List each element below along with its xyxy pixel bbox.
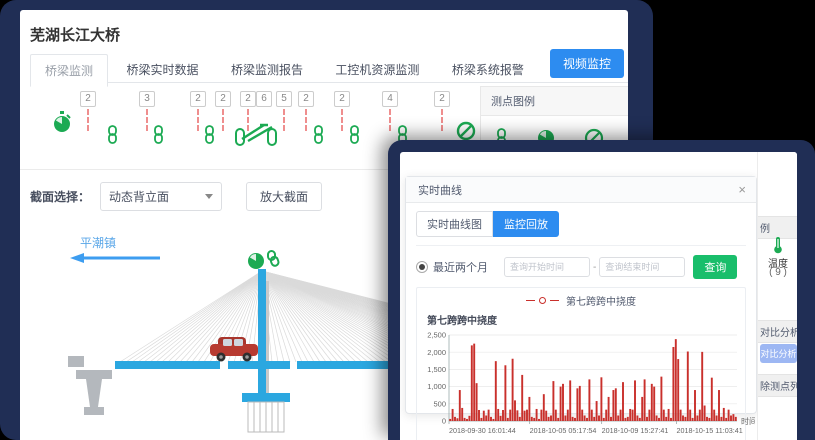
bridge-deck [115,361,220,369]
popup-window: 实时曲线 × 实时曲线图监控回放 最近两个月 - 查询 [388,140,815,440]
section-select-value: 动态背立面 [109,188,169,205]
chart-legend[interactable]: 第七跨跨中挠度 [419,293,743,308]
direction-arrow-icon [70,253,160,263]
svg-text:1,000: 1,000 [427,382,446,391]
chart-panel: 第七跨跨中挠度 第七跨跨中挠度 0 500 1,000 1,500 2,000 2,500… [416,287,746,440]
video-monitor-button[interactable]: 视频监控 [550,49,624,78]
query-end-time-input[interactable] [599,257,685,277]
sensor-count-badge: 5 [276,91,292,107]
sensor-count-badge: 2 [240,91,256,107]
sensor-marker-line [389,109,391,131]
svg-text:500: 500 [433,399,446,408]
popup-sidebar: 例 温度 ( 9 ) 对比分析 对比分析 除测点列表 [757,152,797,440]
tab-monitor-playback[interactable]: 监控回放 [493,211,559,237]
legend-line-icon [526,300,535,301]
ban-icon [456,121,476,141]
deflection-chart: 0 500 1,000 1,500 2,000 2,500 2018-09-30 16:01… [419,327,755,440]
legend-ring-icon [539,297,546,304]
sensor-marker-line [197,109,199,131]
sensor-count-badge: 6 [256,91,272,107]
svg-text:2018-10-05 05:17:54: 2018-10-05 05:17:54 [530,426,597,435]
tab-system-alarm[interactable]: 桥梁系统报警 [438,54,538,85]
sensor-count-badge: 2 [80,91,96,107]
chevron-down-icon [205,194,213,199]
popup-page: 实时曲线 × 实时曲线图监控回放 最近两个月 - 查询 [400,152,797,440]
page-title: 芜湖长江大桥 [20,10,628,53]
svg-text:2,000: 2,000 [427,348,446,357]
tab-realtime-data[interactable]: 桥梁实时数据 [112,54,212,85]
legend-label: 第七跨跨中挠度 [566,293,636,308]
svg-text:0: 0 [442,417,446,426]
sensor-marker-line [87,109,89,131]
close-icon[interactable]: × [738,183,746,196]
query-row: 最近两个月 - 查询 [416,255,746,279]
svg-text:1,500: 1,500 [427,365,446,374]
sensor-count-badge: 2 [298,91,314,107]
temperature-count: ( 9 ) [758,267,797,278]
section-select-label: 截面选择： [30,188,90,205]
range-separator: - [593,262,596,273]
last-two-months-label: 最近两个月 [433,259,488,275]
piles [248,402,284,432]
tower-mast [266,281,269,399]
sensor-count-badge: 4 [382,91,398,107]
sensor-count-badge: 2 [434,91,450,107]
sensor-marker-line [441,109,443,131]
town-label: 平潮镇 [80,235,116,250]
chain-link-icon [203,125,216,145]
svg-text:2018-09-30 16:01:44: 2018-09-30 16:01:44 [449,426,516,435]
last-two-months-radio[interactable] [416,261,428,273]
dialog-header: 实时曲线 × [406,177,756,203]
sensor-marker-line [146,109,148,131]
query-button[interactable]: 查询 [693,255,737,279]
sensor-count-badge: 2 [215,91,231,107]
sensor-count-badge: 2 [334,91,350,107]
legend-line-icon [550,300,559,301]
point-legend-title: 测点图例 [481,87,628,116]
sensor-marker-line [222,109,224,131]
chain-link-icon [106,125,119,145]
sensor-count-badge: 2 [190,91,206,107]
chain-link-icon [348,125,361,145]
svg-text:时间: 时间 [741,416,755,426]
tower-lower [258,369,266,393]
chain-link-icon [312,125,325,145]
tab-ipc-resource[interactable]: 工控机资源监测 [321,54,433,85]
sidebar-compare-header: 对比分析 [758,320,797,343]
section-select-dropdown[interactable]: 动态背立面 [100,182,222,211]
tab-monitor-report[interactable]: 桥梁监测报告 [217,54,317,85]
chart-title: 第七跨跨中挠度 [427,312,743,327]
tower-clock-icon [248,253,264,269]
compare-analysis-button[interactable]: 对比分析 [760,344,797,363]
realtime-curve-dialog: 实时曲线 × 实时曲线图监控回放 最近两个月 - 查询 [405,176,757,414]
svg-text:2018-10-15 11:03:41: 2018-10-15 11:03:41 [677,426,743,435]
sidebar-points-header: 除测点列表 [758,374,797,397]
tower-chain-icon [268,251,279,267]
tab-bridge-monitor[interactable]: 桥梁监测 [30,54,108,87]
abutment-pier [68,356,112,415]
chain-link-icon [152,125,165,145]
pile-cap [242,393,290,402]
main-tab-bar: 桥梁监测 桥梁实时数据 桥梁监测报告 工控机资源监测 桥梁系统报警 视频监控 [30,53,628,83]
sensor-marker-line [341,109,343,131]
stopwatch-icon [52,111,72,135]
bearing-gantry-icon [234,123,280,147]
tab-realtime-curve[interactable]: 实时曲线图 [416,211,493,237]
sensor-marker-line [305,109,307,131]
svg-text:2018-10-09 15:27:41: 2018-10-09 15:27:41 [602,426,669,435]
dialog-tab-bar: 实时曲线图监控回放 [416,211,746,246]
bridge-deck [228,361,290,369]
sensor-marker-line [283,109,285,131]
svg-text:2,500: 2,500 [427,331,446,340]
dialog-title: 实时曲线 [418,182,462,198]
query-start-time-input[interactable] [504,257,590,277]
enlarge-section-button[interactable]: 放大截面 [246,182,322,211]
sensor-count-badge: 3 [139,91,155,107]
